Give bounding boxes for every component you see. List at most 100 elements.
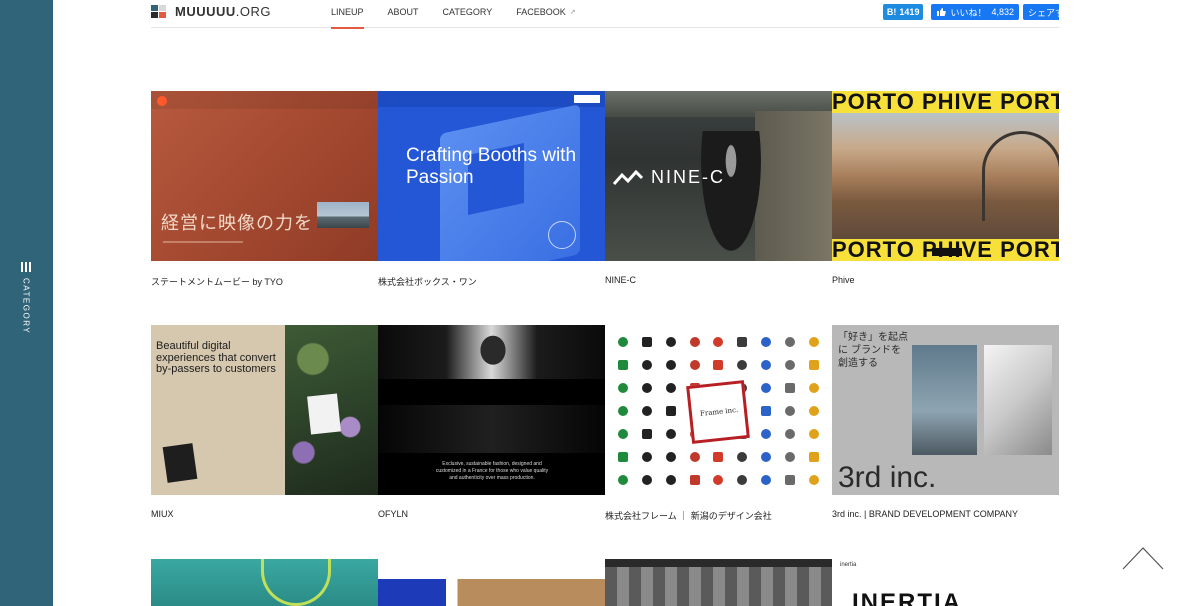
card-row3-2[interactable] — [378, 559, 605, 606]
logo-mark-icon — [665, 405, 676, 416]
card-tyo[interactable]: 経営に映像の力を ステートメントムービー by TYO — [151, 91, 378, 288]
facebook-share-button[interactable]: シェアする — [1023, 4, 1059, 20]
logo-mark-icon — [617, 383, 628, 394]
logo-mark-icon — [785, 405, 796, 416]
menu-bars-icon — [21, 262, 31, 272]
logo-mark-icon — [665, 451, 676, 462]
logo-mark-icon — [737, 337, 748, 348]
logo-mark-icon — [617, 337, 628, 348]
logo-mark-icon — [785, 337, 796, 348]
logo-mark-icon — [689, 360, 700, 371]
category-sidebar: CATEGORY — [0, 0, 53, 606]
thumbnail-image — [151, 559, 378, 606]
logo-mark-icon — [713, 451, 724, 462]
card-ofyln[interactable]: Exclusive, sustainable fashion, designed… — [378, 325, 605, 519]
nav-about[interactable]: ABOUT — [388, 0, 419, 28]
logo-mark-icon — [785, 383, 796, 394]
logo-mark-icon — [689, 474, 700, 485]
thumbs-up-icon — [937, 8, 947, 16]
logo-mark-icon — [809, 428, 820, 439]
logo-mark-icon — [713, 360, 724, 371]
facebook-like-button[interactable]: いいね！ 4,832 — [931, 4, 1019, 20]
logo-mark-icon — [761, 474, 772, 485]
nav-facebook[interactable]: FACEBOOK ↗ — [516, 0, 575, 28]
thumbnail-band-top: PORTO PHIVE PORTO — [832, 91, 1059, 113]
thumbnail-logo: NINE-C — [613, 167, 725, 188]
logo-mark-icon — [641, 337, 652, 348]
nav-category[interactable]: CATEGORY — [443, 0, 493, 28]
card-caption: NINE-C — [605, 275, 636, 285]
thumbnail-image: 「好き」を起点に ブランドを創造する 3rd inc. — [832, 325, 1059, 495]
logo-mark-icon — [785, 474, 796, 485]
thumbnail-headline: INERTIA — [852, 589, 962, 606]
logo-mark-icon — [761, 360, 772, 371]
thumbnail-image: NINE-C — [605, 91, 832, 261]
logo-mark-icon — [809, 451, 820, 462]
logo-mark-icon — [151, 4, 167, 19]
thumbnail-headline: 「好き」を起点に ブランドを創造する — [838, 332, 908, 369]
card-3rd-inc[interactable]: 「好き」を起点に ブランドを創造する 3rd inc. 3rd inc. | B… — [832, 325, 1059, 519]
logo-mark-icon — [641, 405, 652, 416]
logo-mark-icon — [665, 474, 676, 485]
category-label: CATEGORY — [21, 278, 31, 335]
logo-mark-icon — [641, 474, 652, 485]
back-to-top-icon[interactable] — [1122, 546, 1164, 570]
card-box-one[interactable]: Crafting Booths with Passion 株式会社ボックス・ワン — [378, 91, 605, 288]
card-row3-3[interactable] — [605, 559, 832, 606]
logo-mark-icon — [761, 451, 772, 462]
logo-mark-icon — [761, 405, 772, 416]
card-row3-1[interactable] — [151, 559, 378, 606]
logo-mark-icon — [785, 451, 796, 462]
logo-mark-icon — [785, 428, 796, 439]
thumbnail-logo: 3rd inc. — [838, 461, 937, 494]
thumbnail-image: 経営に映像の力を — [151, 91, 378, 261]
thumbnail-image: inertia INERTIA — [832, 559, 1059, 606]
card-phive[interactable]: PORTO PHIVE PORTO PORTO PHIVE PORTO Phiv… — [832, 91, 1059, 285]
logo-mark-icon — [617, 360, 628, 371]
category-toggle-button[interactable]: CATEGORY — [16, 262, 36, 334]
card-caption: Phive — [832, 275, 855, 285]
card-caption: 株式会社ボックス・ワン — [378, 277, 477, 287]
nine-c-mark-icon — [613, 169, 643, 185]
logo-mark-icon — [761, 428, 772, 439]
hatena-icon: B! — [886, 7, 897, 17]
card-nine-c[interactable]: NINE-C NINE-C — [605, 91, 832, 285]
card-frame[interactable]: Frame inc. 株式会社フレーム ｜ 新潟のデザイン会社 — [605, 325, 832, 522]
logo-text: MUUUUU.ORG — [175, 4, 272, 19]
site-header: MUUUUU.ORG LINEUP ABOUT CATEGORY FACEBOO… — [151, 0, 1059, 29]
thumbnail-image: Beautiful digital experiences that conve… — [151, 325, 378, 495]
share-label: シェアする — [1028, 7, 1059, 18]
like-count: 4,832 — [991, 7, 1014, 17]
site-logo[interactable]: MUUUUU.ORG — [151, 4, 271, 19]
thumbnail-text: Exclusive, sustainable fashion, designed… — [435, 461, 549, 481]
logo-mark-icon — [665, 360, 676, 371]
logo-mark-icon — [713, 337, 724, 348]
card-caption: ステートメントムービー by TYO — [151, 277, 283, 287]
logo-mark-icon — [641, 360, 652, 371]
thumbnail-headline: Crafting Booths with Passion — [406, 145, 577, 188]
logo-mark-icon — [761, 337, 772, 348]
card-miux[interactable]: Beautiful digital experiences that conve… — [151, 325, 378, 519]
logo-mark-icon — [617, 405, 628, 416]
logo-mark-icon — [617, 451, 628, 462]
external-link-icon: ↗ — [569, 9, 576, 16]
thumbnail-headline: 経営に映像の力を — [161, 213, 313, 234]
logo-mark-icon — [641, 451, 652, 462]
logo-mark-icon — [809, 383, 820, 394]
logo-mark-icon — [785, 360, 796, 371]
logo-mark-icon — [809, 405, 820, 416]
logo-mark-icon — [617, 428, 628, 439]
card-caption: 3rd inc. | BRAND DEVELOPMENT COMPANY — [832, 509, 1019, 519]
logo-mark-icon — [809, 360, 820, 371]
thumbnail-image: Crafting Booths with Passion — [378, 91, 605, 261]
card-inertia[interactable]: inertia INERTIA — [832, 559, 1059, 606]
nav-lineup[interactable]: LINEUP — [331, 0, 364, 29]
main-nav: LINEUP ABOUT CATEGORY FACEBOOK ↗ — [331, 0, 600, 29]
logo-mark-icon — [761, 383, 772, 394]
like-label: いいね！ — [950, 7, 987, 18]
logo-mark-icon — [617, 474, 628, 485]
logo-mark-icon — [641, 428, 652, 439]
logo-mark-icon — [713, 474, 724, 485]
hatena-bookmark-button[interactable]: B! 1419 — [882, 4, 924, 20]
card-caption: 株式会社フレーム ｜ 新潟のデザイン会社 — [605, 511, 772, 521]
